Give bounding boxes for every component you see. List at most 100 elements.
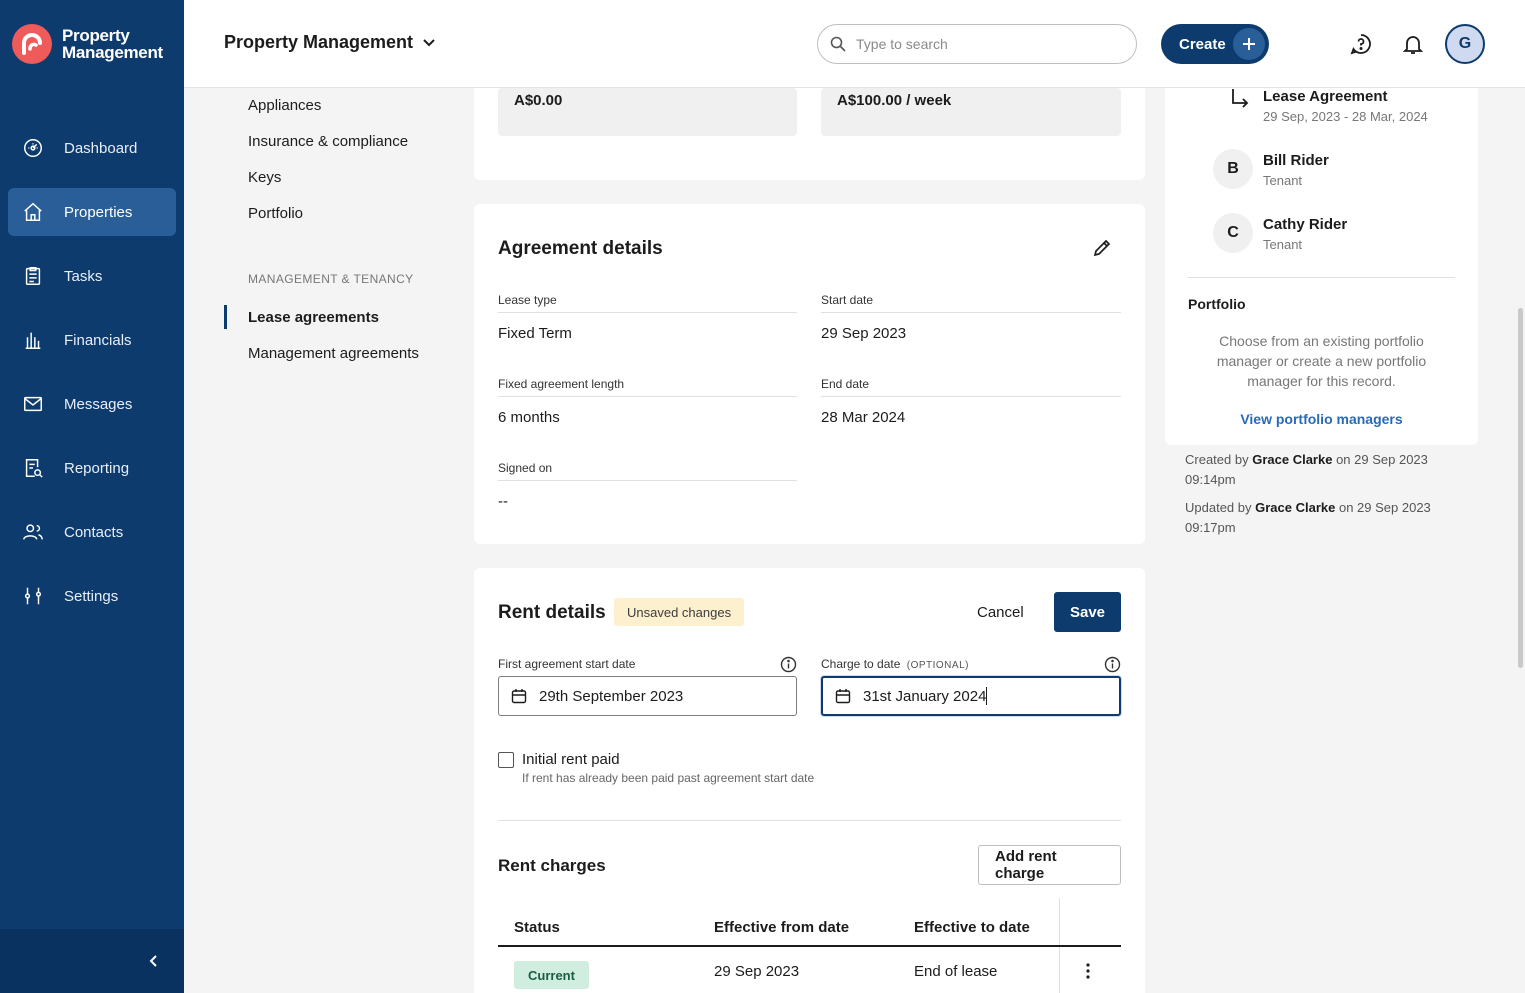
lease-agreement-dates: 29 Sep, 2023 - 28 Mar, 2024 xyxy=(1263,109,1428,124)
edit-pencil-icon[interactable] xyxy=(1092,238,1112,258)
first-start-label: First agreement start date xyxy=(498,657,636,671)
main-nav: Dashboard Properties Tasks Financials Me… xyxy=(8,124,176,636)
sidebar: Property Management Dashboard Properties… xyxy=(0,0,184,993)
calendar-icon xyxy=(835,689,851,704)
chevron-left-icon xyxy=(149,955,157,967)
start-date-label: Start date xyxy=(821,293,874,307)
add-rent-charge-button[interactable]: Add rent charge xyxy=(978,845,1121,885)
end-date-value: 28 Mar 2024 xyxy=(821,409,906,426)
subnav-item-insurance[interactable]: Insurance & compliance xyxy=(248,133,408,150)
top-header: Property Management Create G xyxy=(184,0,1525,88)
divider xyxy=(821,396,1121,397)
status-badge: Current xyxy=(514,961,589,989)
brand[interactable]: Property Management xyxy=(12,24,163,64)
agreement-details-card: Agreement details Lease type Fixed Term … xyxy=(474,204,1145,544)
search-icon xyxy=(830,36,846,52)
info-icon[interactable] xyxy=(780,656,797,673)
tenant-name-link[interactable]: Bill Rider xyxy=(1263,152,1329,169)
column-header-effective-from: Effective from date xyxy=(714,919,850,936)
collapse-sidebar-button[interactable] xyxy=(0,929,184,993)
nav-item-messages[interactable]: Messages xyxy=(8,380,176,428)
nav-item-contacts[interactable]: Contacts xyxy=(8,508,176,556)
portfolio-empty-text: Choose from an existing portfolio manage… xyxy=(1216,333,1427,389)
home-icon xyxy=(24,202,42,221)
subnav-item-portfolio[interactable]: Portfolio xyxy=(248,205,303,222)
search-box[interactable] xyxy=(817,24,1137,64)
info-icon[interactable] xyxy=(1104,656,1121,673)
cancel-button[interactable]: Cancel xyxy=(977,604,1024,621)
subnav-item-lease-agreements[interactable]: Lease agreements xyxy=(248,309,379,326)
initial-rent-paid-checkbox[interactable] xyxy=(498,752,514,768)
relationships-panel: Lease Agreement 29 Sep, 2023 - 28 Mar, 2… xyxy=(1165,88,1478,445)
agreement-details-title: Agreement details xyxy=(498,238,663,259)
first-start-date-input[interactable]: 29th September 2023 xyxy=(498,676,797,716)
nav-item-settings[interactable]: Settings xyxy=(8,572,176,620)
effective-from-cell: 29 Sep 2023 xyxy=(714,963,800,980)
dashboard-icon xyxy=(24,139,42,157)
view-portfolio-managers-link[interactable]: View portfolio managers xyxy=(1188,411,1455,427)
user-avatar[interactable]: G xyxy=(1445,24,1485,64)
active-indicator xyxy=(224,305,227,329)
create-button[interactable]: Create xyxy=(1161,24,1269,64)
charge-to-date-input[interactable]: 31st January 2024 xyxy=(821,676,1121,716)
table-header-rule xyxy=(498,945,1121,947)
nav-item-financials[interactable]: Financials xyxy=(8,316,176,364)
initial-rent-paid-label: Initial rent paid xyxy=(522,751,620,768)
divider xyxy=(1188,277,1455,278)
tenant-avatar: B xyxy=(1213,149,1253,189)
subnav-item-appliances[interactable]: Appliances xyxy=(248,97,321,114)
effective-to-cell: End of lease xyxy=(914,963,998,980)
end-date-label: End date xyxy=(821,377,870,391)
created-by-info: Created by Grace Clarke on 29 Sep 2023 0… xyxy=(1185,452,1428,487)
start-date-value: 29 Sep 2023 xyxy=(821,325,907,342)
nav-item-properties[interactable]: Properties xyxy=(8,188,176,236)
subnav-item-keys[interactable]: Keys xyxy=(248,169,281,186)
plus-icon xyxy=(1233,28,1265,60)
calendar-icon xyxy=(511,689,527,704)
sliders-icon xyxy=(24,587,42,605)
users-icon xyxy=(23,524,43,540)
divider xyxy=(498,480,797,481)
column-header-status: Status xyxy=(514,919,560,936)
rent-summary-card: A$0.00 A$100.00 / week xyxy=(474,88,1145,180)
nav-item-tasks[interactable]: Tasks xyxy=(8,252,176,300)
rent-charges-title: Rent charges xyxy=(498,856,606,875)
divider xyxy=(498,820,1121,821)
nav-item-reporting[interactable]: Reporting xyxy=(8,444,176,492)
divider xyxy=(498,396,797,397)
tenant-role: Tenant xyxy=(1263,237,1303,252)
bank-icon xyxy=(25,332,41,349)
signed-on-value: -- xyxy=(498,493,508,510)
page-scrollbar[interactable] xyxy=(1518,308,1523,668)
brand-name: Property Management xyxy=(62,26,163,62)
search-input[interactable] xyxy=(856,36,1106,52)
tenant-name-link[interactable]: Cathy Rider xyxy=(1263,216,1347,233)
subnav-item-management-agreements[interactable]: Management agreements xyxy=(248,345,419,362)
chevron-down-icon xyxy=(423,38,435,46)
portfolio-title: Portfolio xyxy=(1188,296,1246,312)
clipboard-icon xyxy=(25,267,41,285)
agreement-length-label: Fixed agreement length xyxy=(498,377,625,391)
nav-item-dashboard[interactable]: Dashboard xyxy=(8,124,176,172)
initial-rent-paid-help: If rent has already been paid past agree… xyxy=(522,771,815,785)
rent-details-card: Rent details Unsaved changes Cancel Save… xyxy=(474,568,1145,993)
column-header-effective-to: Effective to date xyxy=(914,919,1030,936)
divider xyxy=(498,312,797,313)
save-button[interactable]: Save xyxy=(1054,592,1121,632)
child-arrow-icon xyxy=(1232,89,1249,108)
lease-agreement-link[interactable]: Lease Agreement xyxy=(1263,88,1388,105)
lease-type-value: Fixed Term xyxy=(498,325,572,342)
brand-logo-icon xyxy=(12,24,52,64)
agreement-length-value: 6 months xyxy=(498,409,560,426)
report-icon xyxy=(25,459,43,478)
help-icon[interactable] xyxy=(1349,32,1373,56)
workspace-switcher[interactable]: Property Management xyxy=(224,32,435,53)
tenant-avatar: C xyxy=(1213,213,1253,253)
signed-on-label: Signed on xyxy=(498,461,553,475)
bell-icon[interactable] xyxy=(1401,32,1425,56)
text-cursor xyxy=(986,687,988,705)
charge-to-label: Charge to date (OPTIONAL) xyxy=(821,657,969,671)
unsaved-changes-badge: Unsaved changes xyxy=(614,598,745,626)
more-options-icon[interactable] xyxy=(1084,962,1092,980)
amount-box-left: A$0.00 xyxy=(498,88,797,136)
